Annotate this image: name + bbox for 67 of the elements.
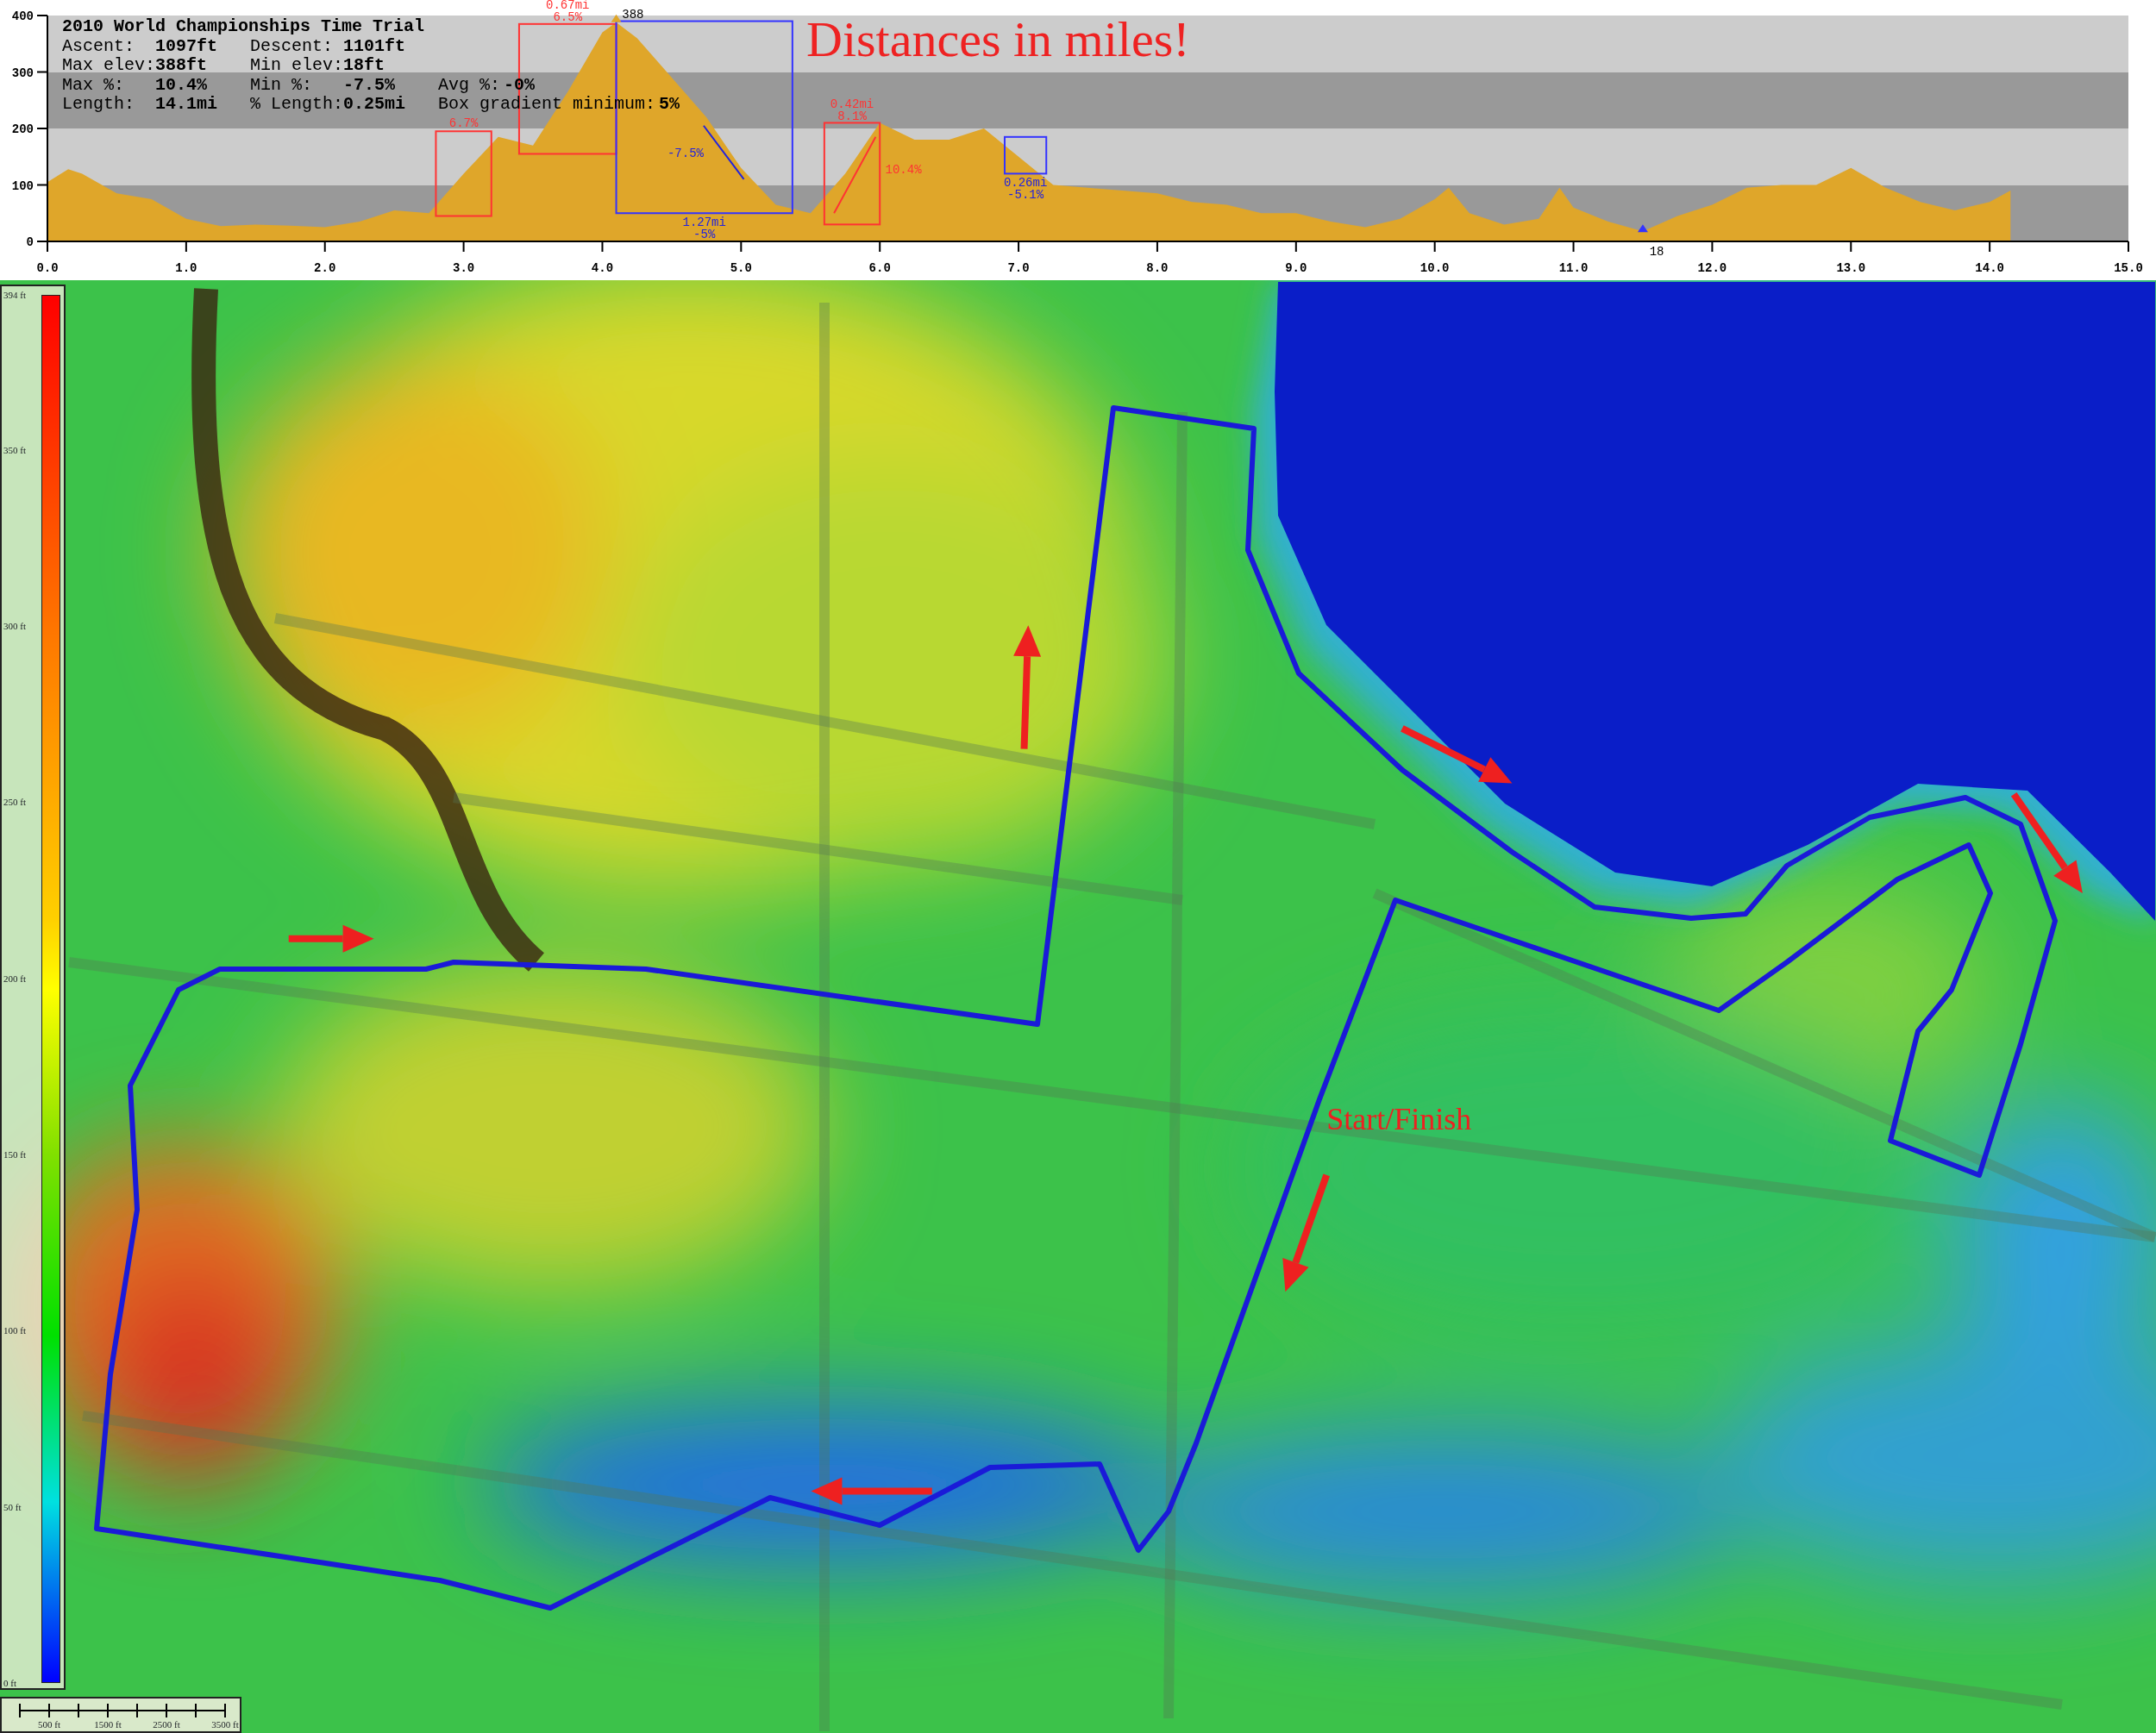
stat-value: 0.25mi: [343, 95, 406, 115]
annotation-label: 388: [622, 8, 644, 22]
annotation-label: 1.27mi: [682, 216, 726, 230]
legend-label: 50 ft: [3, 1500, 22, 1514]
legend-label: 200 ft: [3, 972, 26, 985]
stat-label: Min elev:: [250, 56, 343, 76]
x-tick-label: 13.0: [1836, 261, 1866, 275]
x-tick-label: 14.0: [1975, 261, 2004, 275]
x-tick-label: 11.0: [1558, 261, 1589, 275]
stat-value: 1101ft: [343, 36, 406, 56]
stat-label: Min %:: [250, 75, 313, 95]
x-tick-label: 9.0: [1285, 261, 1307, 275]
start-finish-label: Start/Finish: [1326, 1102, 1472, 1137]
annotation-label: -7.5%: [667, 146, 704, 160]
stat-value: 5%: [659, 95, 680, 115]
stat-value: 18ft: [343, 56, 385, 76]
legend-label: 300 ft: [3, 619, 26, 633]
stat-label: Length:: [62, 95, 135, 115]
x-tick-label: 10.0: [1420, 261, 1450, 275]
stat-label: Max %:: [62, 75, 125, 95]
annotation-label: 0.26mi: [1003, 176, 1048, 191]
stat-label: Avg %:: [438, 75, 500, 95]
annotation-label: -5%: [693, 228, 716, 242]
annotation-label: 8.1%: [837, 109, 867, 123]
x-tick-label: 1.0: [175, 261, 197, 275]
stat-label: Ascent:: [62, 36, 135, 56]
stat-value: 1097ft: [155, 36, 218, 56]
stat-label: % Length:: [250, 95, 343, 115]
stat-value: 388ft: [155, 56, 208, 76]
stat-label: Max elev:: [62, 56, 155, 76]
low-point-marker-icon: [1637, 224, 1648, 233]
legend-label: 150 ft: [3, 1148, 26, 1161]
x-tick-label: 3.0: [453, 261, 475, 275]
y-tick-label: 300: [11, 66, 34, 80]
stat-label: Descent:: [250, 36, 334, 56]
y-tick-label: 100: [11, 178, 34, 193]
legend-label: 100 ft: [3, 1324, 26, 1338]
x-tick-label: 15.0: [2114, 261, 2143, 275]
stat-value: -7.5%: [343, 75, 396, 95]
legend-label: 0 ft: [3, 1676, 16, 1690]
annotation-label: 10.4%: [885, 163, 922, 178]
profile-title: 2010 World Championships Time Trial: [62, 16, 425, 36]
x-tick-label: 12.0: [1697, 261, 1727, 275]
y-tick-label: 0: [26, 235, 34, 249]
x-tick-label: 2.0: [314, 261, 336, 275]
legend-label: 250 ft: [3, 796, 26, 810]
stat-value: 14.1mi: [155, 95, 218, 115]
x-tick-label: 8.0: [1146, 261, 1169, 275]
annotation-label: 0.42mi: [830, 97, 874, 111]
y-tick-label: 200: [11, 122, 34, 136]
scale-label: 3500 ft: [211, 1718, 239, 1731]
annotation-label: -5.1%: [1007, 188, 1044, 203]
x-tick-label: 4.0: [591, 261, 614, 275]
x-tick-label: 5.0: [730, 261, 752, 275]
annotation-label: 6.7%: [448, 116, 479, 131]
x-tick-label: 7.0: [1007, 261, 1030, 275]
x-tick-label: 6.0: [868, 261, 891, 275]
y-tick-label: 400: [11, 9, 34, 23]
scale-label: 500 ft: [38, 1718, 60, 1731]
scale-label: 2500 ft: [153, 1718, 180, 1731]
legend-label: 350 ft: [3, 443, 26, 457]
scale-label: 1500 ft: [94, 1718, 122, 1731]
legend-label: 394 ft: [3, 288, 26, 302]
annotation-label: 18: [1649, 245, 1664, 260]
x-tick-label: 0.0: [36, 261, 59, 275]
stat-value: 10.4%: [155, 75, 208, 95]
distances-note: Distances in miles!: [806, 12, 1190, 67]
